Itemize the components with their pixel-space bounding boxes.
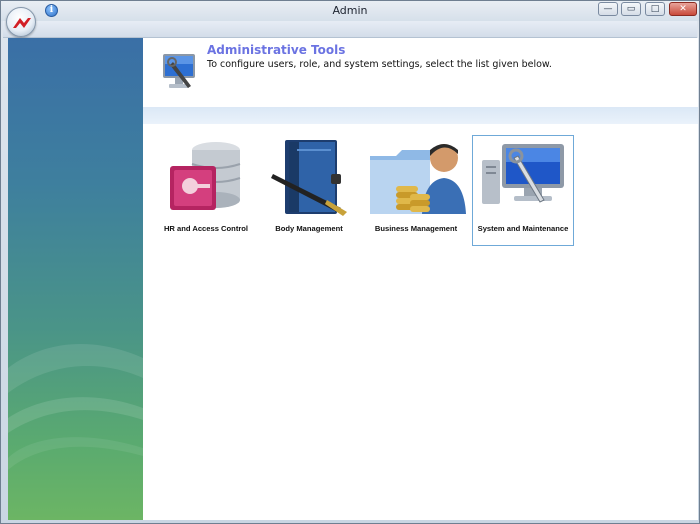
folder-person-coins-icon [366,138,466,222]
tool-tile-hr-access-control[interactable]: HR and Access Control [155,135,257,246]
database-key-icon [164,138,248,218]
sidebar-panel [8,38,143,520]
tool-tile-system-maintenance[interactable]: System and Maintenance [472,135,574,246]
tool-label: HR and Access Control [163,224,249,233]
header-band [143,107,698,124]
ribbon-strip [3,21,697,38]
book-pen-icon [267,138,351,222]
admin-tools-icon [157,50,201,94]
monitor-wrench-icon [478,138,568,218]
page-title: Administrative Tools [207,43,346,57]
tool-label: Business Management [374,224,458,233]
tool-label: System and Maintenance [477,224,569,233]
admin-window: Admin i — ▭ □ ✕ Administrative Tools To … [0,0,700,524]
window-title: Admin [332,4,368,17]
sidebar-swoosh-decoration [8,344,143,470]
app-logo-icon [13,18,31,28]
close-button[interactable]: ✕ [669,2,697,16]
tool-tile-body-management[interactable]: Body Management [258,135,360,246]
restore-button[interactable]: ▭ [621,2,641,16]
info-icon[interactable]: i [45,4,58,17]
tool-tile-business-management[interactable]: Business Management [365,135,467,246]
tool-label: Body Management [275,224,343,233]
title-bar[interactable]: Admin i — ▭ □ ✕ [1,1,699,21]
page-subtitle: To configure users, role, and system set… [207,59,552,70]
main-content: Administrative Tools To configure users,… [143,38,698,520]
minimize-button[interactable]: — [598,2,618,16]
application-menu-button[interactable] [6,7,36,37]
maximize-button[interactable]: □ [645,2,665,16]
